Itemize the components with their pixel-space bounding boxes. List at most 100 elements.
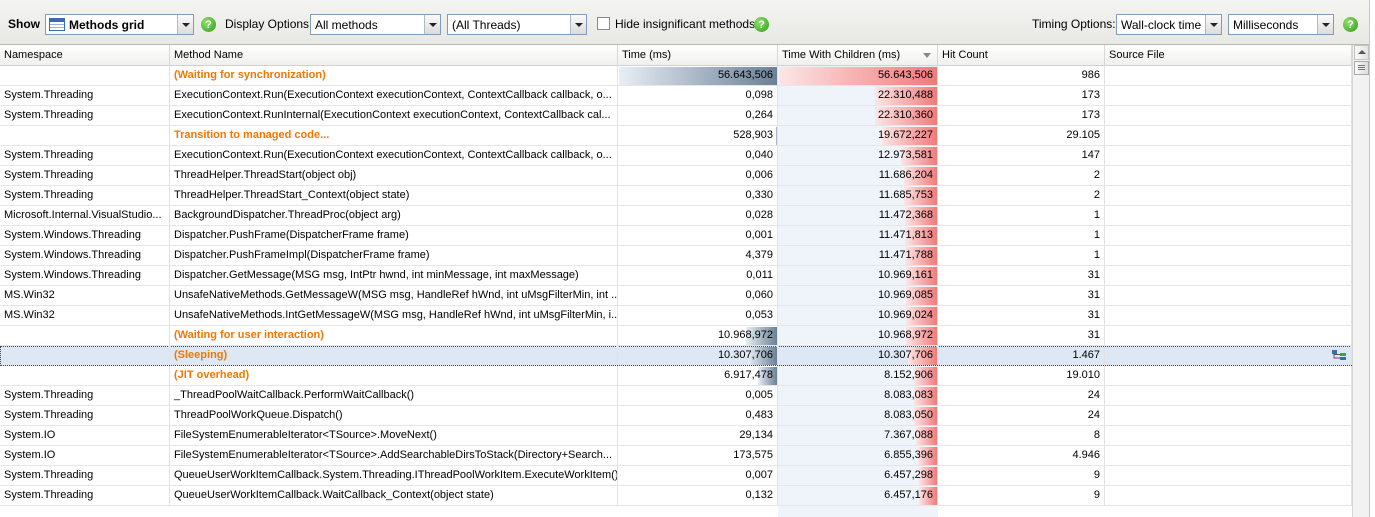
time-value: 0,060 bbox=[745, 289, 773, 301]
timing-select-value: Wall-clock time bbox=[1121, 17, 1202, 32]
namespace-cell: MS.Win32 bbox=[0, 306, 170, 325]
time-with-children-cell: 19.672,227 bbox=[778, 126, 938, 145]
timing-select[interactable]: Wall-clock time bbox=[1116, 14, 1222, 35]
time-cell: 0,053 bbox=[618, 306, 778, 325]
column-header-time-with-children[interactable]: Time With Children (ms) bbox=[778, 45, 938, 66]
namespace-cell: Microsoft.Internal.VisualStudio... bbox=[0, 206, 170, 225]
namespace-cell: System.IO bbox=[0, 426, 170, 445]
time-with-children-value: 8.152,906 bbox=[884, 369, 933, 381]
column-header-method-name[interactable]: Method Name bbox=[170, 45, 618, 66]
table-row[interactable]: System.Threading ThreadHelper.ThreadStart… bbox=[0, 166, 1352, 186]
hit-count-cell: 986 bbox=[938, 66, 1105, 85]
source-file-cell bbox=[1105, 306, 1352, 325]
units-select-value: Milliseconds bbox=[1233, 17, 1299, 32]
view-select[interactable]: Methods grid bbox=[45, 14, 194, 35]
namespace-cell: System.Threading bbox=[0, 146, 170, 165]
methods-filter-value: All methods bbox=[315, 17, 378, 32]
units-select[interactable]: Milliseconds bbox=[1228, 14, 1334, 35]
time-value: 56.643,506 bbox=[717, 69, 773, 81]
time-with-children-cell: 6.457,298 bbox=[778, 466, 938, 485]
table-row[interactable]: (Waiting for synchronization) 56.643,506 5… bbox=[0, 66, 1352, 86]
time-with-children-value: 8.083,083 bbox=[884, 389, 933, 401]
method-name-cell: (JIT overhead) bbox=[170, 366, 618, 385]
table-row[interactable]: System.Threading ExecutionContext.Run(Exe… bbox=[0, 86, 1352, 106]
time-cell: 0,001 bbox=[618, 226, 778, 245]
time-value: 0,053 bbox=[745, 309, 773, 321]
methods-filter-select[interactable]: All methods bbox=[310, 14, 441, 35]
table-row[interactable]: Microsoft.Internal.VisualStudio... Backgr… bbox=[0, 206, 1352, 226]
toolbar: Show Methods grid ? Display Options: All… bbox=[0, 0, 1375, 45]
chevron-down-icon[interactable] bbox=[570, 15, 586, 34]
hit-count-cell: 8 bbox=[938, 426, 1105, 445]
column-header-time[interactable]: Time (ms) bbox=[618, 45, 778, 66]
table-row[interactable]: System.Threading ThreadHelper.ThreadStart… bbox=[0, 186, 1352, 206]
threads-filter-value: (All Threads) bbox=[452, 17, 521, 32]
hit-count-cell: 1 bbox=[938, 206, 1105, 225]
chevron-down-icon[interactable] bbox=[1317, 15, 1333, 34]
method-name-cell: (Waiting for synchronization) bbox=[170, 66, 618, 85]
chevron-down-icon[interactable] bbox=[177, 15, 193, 34]
source-file-cell bbox=[1105, 246, 1352, 265]
method-name-cell: QueueUserWorkItemCallback.System.Threadi… bbox=[170, 466, 618, 485]
method-name-cell: UnsafeNativeMethods.GetMessageW(MSG msg,… bbox=[170, 286, 618, 305]
table-row[interactable]: System.Threading QueueUserWorkItemCallbac… bbox=[0, 466, 1352, 486]
time-with-children-value: 6.457,298 bbox=[884, 469, 933, 481]
hide-insignificant-label[interactable]: Hide insignificant methods bbox=[615, 17, 755, 38]
time-cell: 0,330 bbox=[618, 186, 778, 205]
chevron-down-icon[interactable] bbox=[424, 15, 440, 34]
threads-filter-select[interactable]: (All Threads) bbox=[447, 14, 587, 35]
hit-count-cell: 19.010 bbox=[938, 366, 1105, 385]
table-row[interactable]: (Waiting for user interaction) 10.968,972… bbox=[0, 326, 1352, 346]
table-row[interactable]: (JIT overhead) 6.917,478 8.152,906 19.010 bbox=[0, 366, 1352, 386]
method-name-cell: QueueUserWorkItemCallback.WaitCallback_C… bbox=[170, 486, 618, 505]
hit-count-cell: 173 bbox=[938, 86, 1105, 105]
scrollbar-thumb[interactable] bbox=[1354, 61, 1369, 75]
chevron-down-icon[interactable] bbox=[1205, 15, 1221, 34]
time-with-children-cell: 22.310,488 bbox=[778, 86, 938, 105]
help-icon[interactable]: ? bbox=[754, 17, 769, 32]
table-row[interactable]: System.Windows.Threading Dispatcher.GetMe… bbox=[0, 266, 1352, 286]
time-value: 6.917,478 bbox=[724, 369, 773, 381]
time-with-children-value: 56.643,506 bbox=[877, 69, 933, 81]
hit-count-cell: 24 bbox=[938, 406, 1105, 425]
method-name-cell: ExecutionContext.RunInternal(ExecutionCo… bbox=[170, 106, 618, 125]
source-file-cell bbox=[1105, 106, 1352, 125]
help-icon[interactable]: ? bbox=[201, 17, 216, 32]
method-name-cell: (Sleeping) bbox=[170, 346, 618, 365]
help-icon[interactable]: ? bbox=[1343, 17, 1358, 32]
table-row[interactable]: System.Threading ExecutionContext.RunInte… bbox=[0, 106, 1352, 126]
time-with-children-value: 12.973,581 bbox=[877, 149, 933, 161]
scroll-up-icon[interactable] bbox=[1354, 45, 1369, 60]
table-row[interactable]: System.IO FileSystemEnumerableIterator<TS… bbox=[0, 426, 1352, 446]
table-row[interactable]: System.Windows.Threading Dispatcher.PushF… bbox=[0, 226, 1352, 246]
display-options-label: Display Options: bbox=[225, 17, 313, 31]
table-row[interactable]: (Sleeping) 10.307,706 10.307,706 1.467 bbox=[0, 346, 1352, 366]
hide-insignificant-checkbox[interactable] bbox=[597, 17, 610, 30]
time-cell: 10.968,972 bbox=[618, 326, 778, 345]
source-file-cell bbox=[1105, 286, 1352, 305]
hit-count-cell: 2 bbox=[938, 186, 1105, 205]
time-cell: 0,040 bbox=[618, 146, 778, 165]
table-row[interactable]: Transition to managed code... 528,903 19.6… bbox=[0, 126, 1352, 146]
column-header-source-file[interactable]: Source File bbox=[1105, 45, 1352, 66]
time-with-children-cell: 8.083,050 bbox=[778, 406, 938, 425]
vertical-scrollbar[interactable] bbox=[1352, 45, 1369, 517]
table-row[interactable]: System.IO FileSystemEnumerableIterator<TS… bbox=[0, 446, 1352, 466]
source-file-cell bbox=[1105, 66, 1352, 85]
table-row[interactable]: System.Threading ThreadPoolWorkQueue.Disp… bbox=[0, 406, 1352, 426]
time-cell: 528,903 bbox=[618, 126, 778, 145]
time-cell: 6.917,478 bbox=[618, 366, 778, 385]
table-row[interactable]: System.Threading ExecutionContext.Run(Exe… bbox=[0, 146, 1352, 166]
source-file-cell bbox=[1105, 386, 1352, 405]
table-row[interactable]: MS.Win32 UnsafeNativeMethods.IntGetMessag… bbox=[0, 306, 1352, 326]
table-row[interactable]: System.Threading QueueUserWorkItemCallbac… bbox=[0, 486, 1352, 506]
method-name-cell: BackgroundDispatcher.ThreadProc(object a… bbox=[170, 206, 618, 225]
hit-count-cell: 147 bbox=[938, 146, 1105, 165]
table-row[interactable]: System.Threading _ThreadPoolWaitCallback.… bbox=[0, 386, 1352, 406]
methods-grid: Namespace Method Name Time (ms) Time Wit… bbox=[0, 45, 1352, 517]
table-row[interactable]: MS.Win32 UnsafeNativeMethods.GetMessageW(… bbox=[0, 286, 1352, 306]
column-header-hit-count[interactable]: Hit Count bbox=[938, 45, 1105, 66]
table-row[interactable]: System.Windows.Threading Dispatcher.PushF… bbox=[0, 246, 1352, 266]
column-header-namespace[interactable]: Namespace bbox=[0, 45, 170, 66]
source-file-cell bbox=[1105, 406, 1352, 425]
